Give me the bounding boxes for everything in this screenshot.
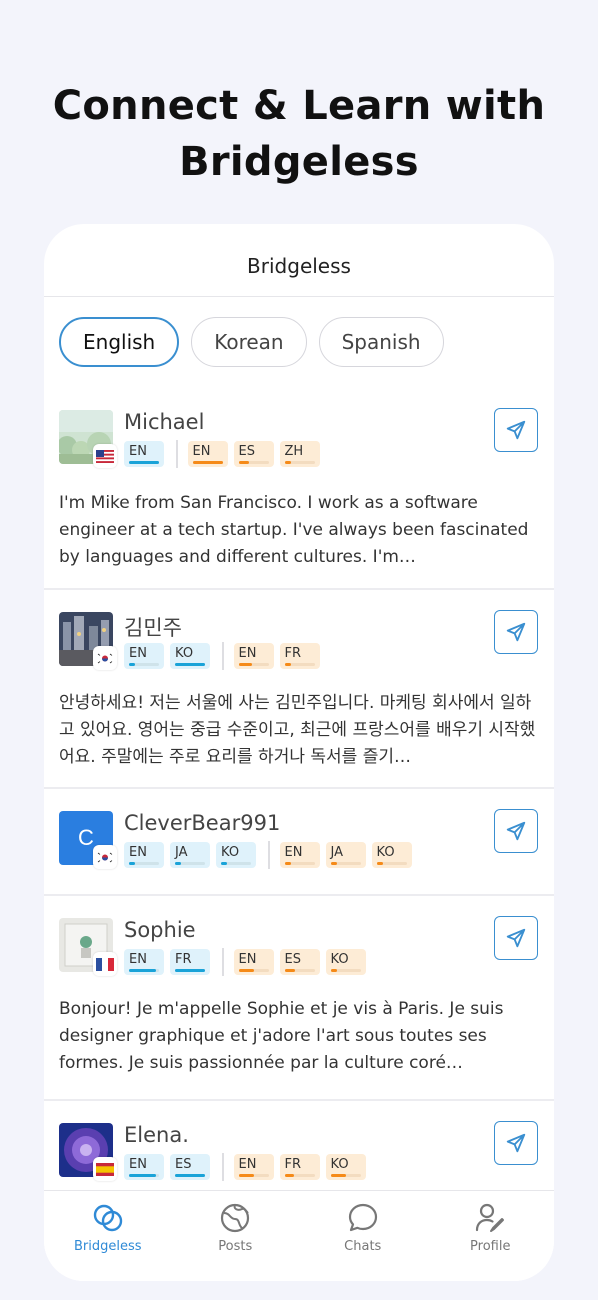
native-language-chip: JA — [170, 842, 210, 868]
learning-language-chip: EN — [233, 949, 274, 975]
tab-english[interactable]: English — [59, 317, 180, 367]
tab-spanish[interactable]: Spanish — [318, 317, 444, 367]
us-flag-icon — [93, 444, 117, 468]
language-levels: EN KO EN FR — [124, 642, 326, 670]
user-name: CleverBear991 — [124, 811, 281, 835]
user-card[interactable]: C CleverBear991 EN JA KO EN JA KO — [44, 789, 554, 896]
native-language-chip: EN — [124, 643, 164, 669]
send-message-button[interactable] — [494, 408, 538, 452]
user-card[interactable]: Michael EN EN ES ZH I'm Mike from San Fr… — [44, 398, 554, 590]
bottom-tab-bar: Bridgeless Posts Chats Profile — [44, 1190, 554, 1281]
app-header: Bridgeless — [44, 224, 554, 297]
native-language-chip: EN — [124, 949, 164, 975]
learning-language-chip: ES — [233, 441, 274, 467]
hero-line-2: Bridgeless — [179, 139, 419, 185]
send-icon — [506, 821, 526, 841]
user-name: Sophie — [124, 918, 196, 942]
send-message-button[interactable] — [494, 1121, 538, 1165]
learning-language-chip: ZH — [279, 441, 320, 467]
user-card[interactable]: Elena. EN ES EN FR KO — [44, 1101, 554, 1191]
learning-language-chip: EN — [279, 842, 320, 868]
language-levels: EN FR EN ES KO — [124, 948, 372, 976]
native-language-chip: KO — [216, 842, 256, 868]
hero-line-1: Connect & Learn with — [52, 83, 546, 129]
learning-language-chip: KO — [325, 1154, 366, 1180]
chat-bubble-icon — [348, 1203, 377, 1232]
tab-profile[interactable]: Profile — [427, 1191, 555, 1281]
native-language-chip: KO — [170, 643, 210, 669]
native-language-chip: EN — [124, 1154, 164, 1180]
user-bio: 안녕하세요! 저는 서울에 사는 김민주입니다. 마케팅 회사에서 일하고 있어… — [59, 693, 536, 767]
send-icon — [506, 420, 526, 440]
learning-language-chip: KO — [371, 842, 412, 868]
user-name: Michael — [124, 410, 205, 434]
tab-posts[interactable]: Posts — [172, 1191, 300, 1281]
fr-flag-icon — [93, 952, 117, 976]
profile-edit-icon — [476, 1203, 505, 1232]
tab-korean[interactable]: Korean — [191, 317, 307, 367]
user-list: Michael EN EN ES ZH I'm Mike from San Fr… — [44, 398, 554, 1191]
language-levels: EN JA KO EN JA KO — [124, 841, 418, 869]
native-language-chip: EN — [124, 441, 164, 467]
language-levels: EN EN ES ZH — [124, 440, 326, 468]
native-language-chip: EN — [124, 842, 164, 868]
user-bio: Bonjour! Je m'appelle Sophie et je vis à… — [59, 999, 504, 1073]
send-icon — [506, 622, 526, 642]
app-title: Bridgeless — [247, 254, 351, 278]
native-language-chip: FR — [170, 949, 210, 975]
user-bio: I'm Mike from San Francisco. I work as a… — [59, 493, 529, 567]
hero-heading: Connect & Learn with Bridgeless — [0, 78, 598, 190]
user-card[interactable]: Sophie EN FR EN ES KO Bonjour! Je m'appe… — [44, 896, 554, 1101]
tab-label: Posts — [218, 1239, 253, 1254]
tab-label: Profile — [470, 1239, 511, 1254]
learning-language-chip: JA — [325, 842, 366, 868]
learning-language-chip: FR — [279, 643, 320, 669]
user-card[interactable]: 김민주 EN KO EN FR 안녕하세요! 저는 서울에 사는 김민주입니다.… — [44, 590, 554, 789]
send-icon — [506, 928, 526, 948]
send-message-button[interactable] — [494, 809, 538, 853]
send-message-button[interactable] — [494, 916, 538, 960]
language-tabs: English Korean Spanish — [44, 297, 554, 398]
language-levels: EN ES EN FR KO — [124, 1153, 372, 1181]
send-message-button[interactable] — [494, 610, 538, 654]
send-icon — [506, 1133, 526, 1153]
kr-flag-icon — [93, 845, 117, 869]
bridgeless-rings-icon — [93, 1204, 122, 1232]
es-flag-icon — [93, 1157, 117, 1181]
learning-language-chip: FR — [279, 1154, 320, 1180]
native-language-chip: ES — [170, 1154, 210, 1180]
globe-icon — [221, 1203, 250, 1233]
tab-label: Bridgeless — [73, 1239, 142, 1254]
tab-bridgeless[interactable]: Bridgeless — [44, 1191, 172, 1281]
phone-frame: Bridgeless English Korean Spanish Michae… — [44, 224, 554, 1281]
user-name: Elena. — [124, 1123, 189, 1147]
tab-chats[interactable]: Chats — [299, 1191, 427, 1281]
learning-language-chip: KO — [325, 949, 366, 975]
learning-language-chip: ES — [279, 949, 320, 975]
learning-language-chip: EN — [233, 1154, 274, 1180]
tab-label: Chats — [344, 1239, 382, 1254]
learning-language-chip: EN — [187, 441, 228, 467]
kr-flag-icon — [93, 646, 117, 670]
learning-language-chip: EN — [233, 643, 274, 669]
user-name: 김민주 — [124, 616, 182, 640]
